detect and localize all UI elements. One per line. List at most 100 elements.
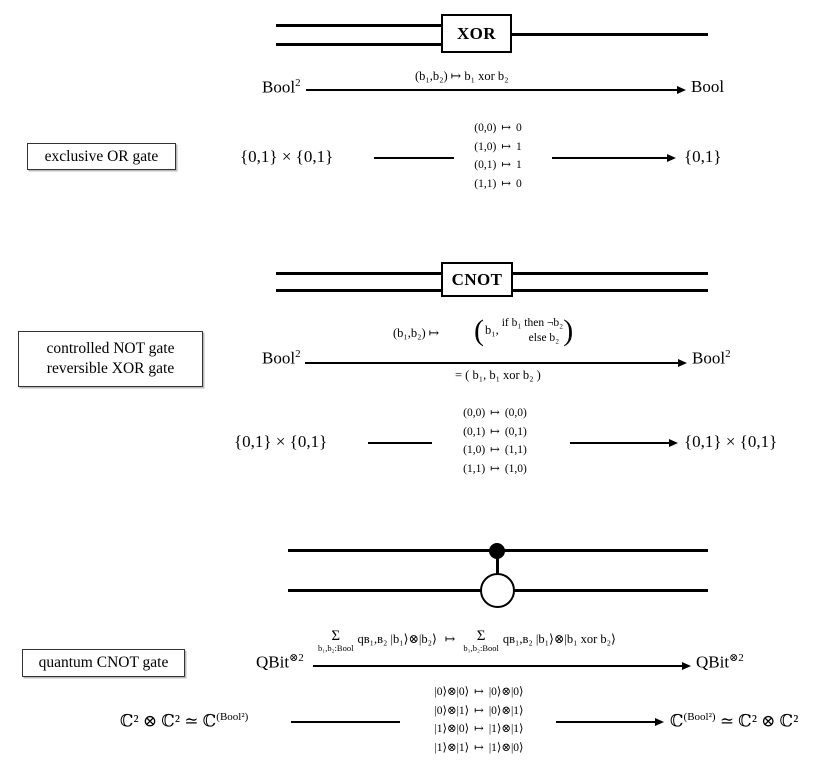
qcnot-control-dot-icon — [489, 543, 505, 559]
cnot-gate-label: CNOT — [451, 269, 503, 289]
table-row: (0,0) ↦ (0,0) — [463, 407, 527, 419]
cnot-output-wire-2 — [513, 289, 708, 292]
table-row: (1,1) ↦ (1,0) — [463, 462, 527, 475]
cnot-output-wire-1 — [513, 272, 708, 275]
sigma-icon: Σ — [331, 628, 341, 644]
xor-set-codomain: {0,1} — [684, 147, 722, 166]
table-row: (1,0) ↦ 1 — [474, 140, 522, 153]
qcnot-space-codomain: ℂ(Bool²) ≃ ℂ² ⊗ ℂ² — [670, 711, 798, 732]
qcnot-space-arrow-line-left — [291, 721, 400, 723]
table-row: (0,1) ↦ 1 — [474, 159, 522, 172]
xor-type-arrow-line — [306, 89, 678, 91]
qcnot-domain-label: QBit⊗2 — [256, 651, 304, 673]
xor-output-wire — [512, 33, 708, 36]
table-row: |1⟩⊗|0⟩ ↦ |1⟩⊗|1⟩ — [434, 723, 524, 736]
xor-set-arrow-line-right — [552, 157, 668, 159]
xor-type-arrow-head — [677, 85, 686, 94]
caption-line: reversible XOR gate — [46, 360, 175, 377]
cnot-set-domain: {0,1} × {0,1} — [234, 432, 328, 451]
table-row: (1,1) ↦ 0 — [474, 177, 522, 190]
qcnot-space-domain-exponent: (Bool²) — [216, 711, 249, 723]
table-row: (1,0) ↦ (1,1) — [463, 444, 527, 457]
xor-truth-table: (0,0) ↦ 0 (1,0) ↦ 1 (0,1) ↦ 1 (1,1) ↦ 0 — [452, 119, 544, 194]
qcnot-type-arrow-head — [682, 661, 691, 670]
cnot-set-arrow-line-right — [570, 442, 670, 444]
mapsto-icon: ↦ — [474, 704, 484, 717]
caption-line: exclusive OR gate — [44, 147, 159, 165]
left-paren: ( — [474, 313, 484, 347]
summation-right: Σ b₁,b₂:Bool — [463, 629, 498, 653]
cnot-arrow-label-pair: ( b₁, if b₁ then ¬b₂ else b₂ ) — [474, 313, 574, 347]
mapsto-icon: ↦ — [490, 425, 500, 438]
diagram-canvas: XOR Bool2 (b₁,b₂) ↦ b₁ xor b₂ Bool exclu… — [0, 0, 835, 776]
qcnot-arrow-label: Σ b₁,b₂:Bool qʙ₁,ʙ₂ |b₁⟩⊗|b₂⟩ ↦ Σ b₁,b₂:… — [318, 629, 616, 653]
mapsto-icon: ↦ — [501, 159, 511, 172]
xor-domain-exponent: 2 — [295, 77, 301, 89]
cnot-truth-table: (0,0) ↦ (0,0) (0,1) ↦ (0,1) (1,0) ↦ (1,1) (1,1… — [430, 404, 560, 479]
cnot-arrow-label-prefix: (b₁,b₂) ↦ — [393, 326, 440, 340]
cnot-domain-exponent: 2 — [295, 348, 301, 360]
cnot-conditional: if b₁ then ¬b₂ else b₂ — [502, 316, 563, 346]
qcnot-codomain-label: QBit⊗2 — [696, 651, 744, 673]
mapsto-icon: ↦ — [474, 723, 484, 736]
mapsto-icon: ↦ — [490, 462, 500, 475]
caption-exclusive-or-gate: exclusive OR gate — [27, 143, 176, 170]
cnot-type-arrow-head — [678, 358, 687, 367]
sigma-icon: Σ — [476, 628, 486, 644]
cnot-arrow-label-below: = ( b₁, b₁ xor b₂ ) — [455, 368, 541, 382]
cnot-codomain-exponent: 2 — [725, 348, 731, 360]
sigma-subscript: b₁,b₂:Bool — [318, 643, 354, 653]
mapsto-icon: ↦ — [501, 177, 511, 190]
cnot-codomain-label: Bool2 — [692, 348, 731, 369]
xor-codomain-label: Bool — [691, 77, 725, 96]
qcnot-type-arrow-line — [313, 665, 683, 667]
mapsto-icon: ↦ — [490, 444, 500, 457]
qcnot-codomain-exponent: ⊗2 — [729, 652, 744, 664]
qcnot-lhs-term: qʙ₁,ʙ₂ |b₁⟩⊗|b₂⟩ — [357, 632, 437, 646]
cnot-pair-first: b₁, — [485, 323, 499, 338]
mapsto-icon: ↦ — [490, 407, 500, 419]
cnot-codomain-text: Bool — [692, 348, 726, 368]
mapsto-icon: ↦ — [501, 140, 511, 153]
cnot-gate-box: CNOT — [441, 262, 513, 297]
summation-left: Σ b₁,b₂:Bool — [318, 629, 353, 653]
table-row: |0⟩⊗|0⟩ ↦ |0⟩⊗|0⟩ — [434, 686, 524, 698]
right-paren: ) — [563, 313, 574, 347]
mapsto-icon: ↦ — [474, 741, 484, 754]
table-row: |0⟩⊗|1⟩ ↦ |0⟩⊗|1⟩ — [434, 704, 524, 717]
xor-domain-text: Bool — [262, 77, 296, 97]
qcnot-space-domain-text: ℂ² ⊗ ℂ² ≃ ℂ — [120, 711, 217, 731]
table-row: |1⟩⊗|1⟩ ↦ |1⟩⊗|0⟩ — [434, 741, 524, 754]
cnot-set-arrow-head — [669, 438, 678, 447]
mapsto-icon: ↦ — [444, 632, 456, 646]
xor-input-wire-2 — [276, 43, 442, 46]
caption-quantum-cnot-gate: quantum CNOT gate — [22, 649, 185, 677]
cnot-input-wire-2 — [276, 289, 442, 292]
cond-then-line: if b₁ then ¬b₂ — [501, 317, 564, 329]
qcnot-domain-text: QBit — [256, 652, 290, 672]
mapsto-icon: ↦ — [474, 686, 484, 698]
qcnot-domain-exponent: ⊗2 — [289, 652, 304, 664]
cond-else-line: else b₂ — [528, 331, 560, 344]
qcnot-space-codomain-text: ℂ — [670, 711, 684, 731]
caption-controlled-not-gate: controlled NOT gate reversible XOR gate — [18, 331, 203, 387]
caption-line: controlled NOT gate — [46, 340, 175, 358]
caption-line: quantum CNOT gate — [38, 654, 169, 672]
qcnot-target-circle-icon — [480, 573, 515, 608]
sigma-subscript: b₁,b₂:Bool — [463, 643, 499, 653]
qcnot-basis-table: |0⟩⊗|0⟩ ↦ |0⟩⊗|0⟩ |0⟩⊗|1⟩ ↦ |0⟩⊗|1⟩ |1⟩⊗|0⟩ ↦… — [418, 683, 540, 758]
xor-set-domain: {0,1} × {0,1} — [240, 147, 334, 166]
qcnot-space-codomain-tail: ≃ ℂ² ⊗ ℂ² — [715, 711, 799, 731]
mapsto-icon: ↦ — [501, 122, 511, 134]
qcnot-space-codomain-exponent: (Bool²) — [683, 711, 716, 723]
xor-gate-label: XOR — [457, 23, 496, 43]
qcnot-space-arrow-line-right — [556, 721, 656, 723]
cnot-type-arrow-line — [305, 362, 679, 364]
xor-input-wire-1 — [276, 24, 442, 27]
xor-set-arrow-line-left — [374, 157, 454, 159]
table-row: (0,0) ↦ 0 — [474, 122, 522, 134]
cnot-domain-label: Bool2 — [262, 348, 301, 369]
xor-gate-box: XOR — [441, 14, 512, 53]
xor-arrow-label: (b₁,b₂) ↦ b₁ xor b₂ — [415, 69, 509, 83]
cnot-domain-text: Bool — [262, 348, 296, 368]
